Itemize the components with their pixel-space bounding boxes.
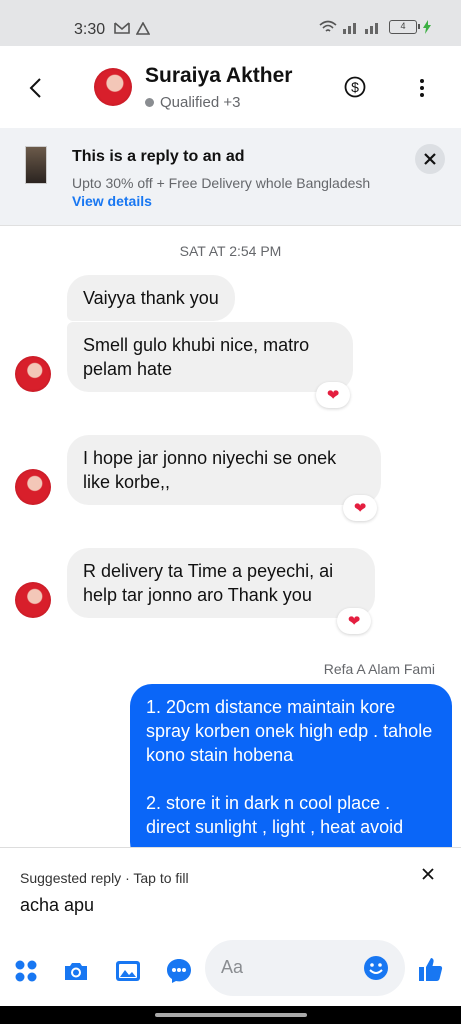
wifi-icon [319,20,337,32]
gallery-icon[interactable] [114,957,142,985]
sender-avatar[interactable] [15,582,51,618]
message-input-placeholder: Aa [221,957,244,977]
status-bar: 3:30 4 [0,0,461,46]
contact-name[interactable]: Suraiya Akther [145,64,292,88]
emoji-icon[interactable] [363,955,389,981]
close-icon [424,153,436,165]
more-options-icon[interactable] [414,78,430,98]
payment-dollar-icon[interactable]: $ [344,76,366,98]
signal-icon [343,23,378,34]
incoming-message[interactable]: Smell gulo khubi nice, matro pelam hate [67,322,353,392]
sender-avatar[interactable] [15,356,51,392]
sender-avatar[interactable] [15,469,51,505]
battery-icon: 4 [389,20,420,34]
ad-text: Upto 30% off + Free Delivery whole Bangl… [72,175,371,191]
contact-label: Qualified +3 [160,94,241,111]
close-suggestion-icon[interactable] [422,868,434,880]
contact-avatar[interactable] [94,68,132,106]
outgoing-message-text: 1. 20cm distance maintain kore spray kor… [146,697,433,837]
svg-text:$: $ [351,79,359,95]
chat-header: Suraiya Akther Qualified +3 $ [0,46,461,128]
ad-title: This is a reply to an ad [72,148,245,165]
back-arrow-icon[interactable] [26,76,46,100]
outgoing-message[interactable]: 1. 20cm distance maintain kore spray kor… [130,684,452,864]
camera-icon[interactable] [62,957,90,985]
incoming-message[interactable]: I hope jar jonno niyechi se onek like ko… [67,435,381,505]
heart-reaction-icon[interactable]: ❤ [337,608,371,634]
status-dot-icon [145,98,154,107]
contact-status: Qualified +3 [145,94,240,111]
close-ad-button[interactable] [415,144,445,174]
messenger-chat-icon[interactable] [165,957,193,985]
charging-icon [423,20,431,34]
status-right-icons: 4 [319,20,431,34]
ad-reply-banner: This is a reply to an ad Upto 30% off + … [0,128,461,226]
app-notification-icon [136,22,150,35]
incoming-message[interactable]: Vaiyya thank you [67,275,235,321]
system-navigation-bar [0,1006,461,1024]
home-gesture-bar[interactable] [155,1013,307,1017]
suggested-reply-chip[interactable]: acha apu [20,895,94,916]
status-notification-icons [114,22,150,35]
apps-grid-icon[interactable] [12,957,40,985]
message-input[interactable]: Aa [205,940,405,996]
incoming-message[interactable]: R delivery ta Time a peyechi, ai help ta… [67,548,375,618]
ad-description: Upto 30% off + Free Delivery whole Bangl… [72,174,372,210]
heart-reaction-icon[interactable]: ❤ [343,495,377,521]
message-composer: Aa [0,933,461,1006]
view-details-link[interactable]: View details [72,193,152,209]
message-timestamp: SAT AT 2:54 PM [179,243,282,259]
sender-name-label: Refa A Alam Fami [323,661,435,677]
heart-reaction-icon[interactable]: ❤ [316,382,350,408]
ad-thumbnail[interactable] [25,146,47,184]
suggested-reply-label: Suggested reply · Tap to fill [20,870,189,886]
status-time: 3:30 [74,21,106,38]
suggested-reply-panel: Suggested reply · Tap to fill acha apu [0,847,461,933]
gmail-icon [114,22,130,34]
thumbs-up-icon[interactable] [416,955,444,983]
